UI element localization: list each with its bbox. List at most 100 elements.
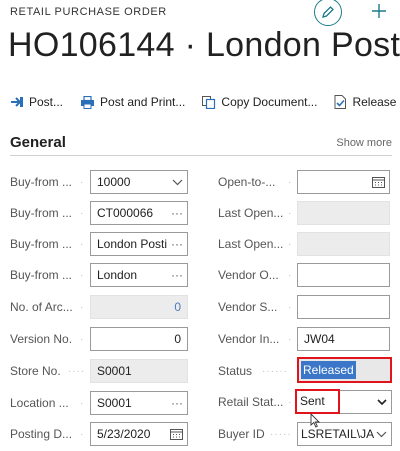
calendar-icon[interactable] [372, 176, 385, 188]
lookup-ellipsis-icon[interactable]: ··· [171, 202, 183, 224]
field-value: London [97, 268, 138, 282]
field-label: Version No. [10, 332, 73, 346]
field-label: Buy-from ... [10, 237, 73, 251]
lookup-ellipsis-icon[interactable]: ··· [171, 264, 183, 286]
status-value[interactable]: Released [297, 357, 392, 383]
field-row-buy-from-vendor-no: Buy-from ... · 10000 [10, 170, 190, 194]
field-dots: ······ [262, 366, 288, 377]
location-code-input[interactable]: S0001 ··· [90, 391, 188, 415]
field-value: JW04 [304, 332, 335, 346]
field-dots: · [80, 429, 85, 440]
retail-status-value-highlight[interactable]: Sent [295, 389, 340, 414]
buy-from-vendor-name-input[interactable]: London Posti ··· [90, 232, 188, 256]
field-dots: · [80, 398, 85, 409]
lookup-ellipsis-icon[interactable]: ··· [171, 392, 183, 414]
post-icon [11, 97, 23, 107]
field-value: 5/23/2020 [97, 427, 151, 441]
field-label: Buyer ID [218, 427, 265, 441]
field-label: Status [218, 364, 253, 378]
field-dots: · [80, 177, 85, 188]
show-more-link[interactable]: Show more [336, 137, 392, 149]
posting-date-input[interactable]: 5/23/2020 [90, 422, 188, 446]
action-bar: Post... Post and Print... Copy Document.… [10, 92, 400, 112]
field-row-retail-status: Retail Stat... · Sent [218, 389, 398, 414]
page-title: HO106144 · London Postmas [8, 26, 400, 64]
chevron-down-icon [376, 431, 387, 437]
mouse-cursor-icon [310, 413, 320, 428]
field-value: London Posti [97, 237, 168, 251]
buy-from-city-input[interactable]: London ··· [90, 263, 188, 287]
pencil-icon [322, 6, 334, 18]
field-row-buyer-id: Buyer ID ····· LSRETAIL\JAS [218, 422, 398, 446]
field-row-location-code: Location ... · S0001 ··· [10, 391, 190, 415]
open-to-date-input[interactable] [297, 170, 390, 194]
field-label: Buy-from ... [10, 206, 73, 220]
calendar-icon[interactable] [170, 428, 183, 440]
field-dots: · [80, 208, 85, 219]
field-dots: · [288, 334, 293, 345]
field-row-no-of-archived-versions: No. of Arc... · 0 [10, 295, 190, 319]
field-value: 0 [174, 300, 181, 314]
release-action-label: Release [352, 95, 397, 109]
plus-icon [372, 4, 386, 18]
print-icon [81, 95, 95, 109]
post-action[interactable]: Post... [10, 95, 63, 109]
new-button[interactable] [366, 0, 392, 24]
field-value: LSRETAIL\JAS [301, 427, 383, 441]
buy-from-contact-no-input[interactable]: CT000066 ··· [90, 201, 188, 225]
field-label: Last Open... [218, 237, 284, 251]
field-row-store-no: Store No. ···· S0001 [10, 359, 190, 383]
edit-button[interactable] [314, 0, 342, 26]
buy-from-vendor-no-dropdown[interactable]: 10000 [90, 170, 188, 194]
section-title[interactable]: General [10, 134, 66, 151]
field-row-buy-from-contact-no: Buy-from ... · CT000066 ··· [10, 201, 190, 225]
chevron-down-icon [377, 399, 387, 405]
field-value: Sent [300, 394, 325, 408]
field-dots: · [288, 239, 293, 250]
field-dots: · [288, 270, 293, 281]
post-and-print-action[interactable]: Post and Print... [80, 95, 185, 109]
field-dots: · [80, 270, 85, 281]
release-icon [334, 95, 347, 109]
field-dots: · [288, 177, 293, 188]
field-row-vendor-invoice-no: Vendor In... · JW04 [218, 327, 398, 351]
field-label: Vendor In... [218, 332, 280, 346]
field-dots: · [80, 239, 85, 250]
field-dots: · [80, 302, 85, 313]
field-row-buy-from-city: Buy-from ... · London ··· [10, 263, 190, 287]
field-row-posting-date: Posting D... · 5/23/2020 [10, 422, 190, 446]
field-value: 0 [174, 332, 181, 346]
release-action[interactable]: Release [334, 95, 396, 109]
field-label: No. of Arc... [10, 300, 73, 314]
page-type-caption: RETAIL PURCHASE ORDER [10, 6, 167, 18]
field-row-vendor-shipment-no: Vendor S... · [218, 295, 398, 319]
vendor-invoice-no-input[interactable]: JW04 [297, 327, 390, 351]
lookup-ellipsis-icon[interactable]: ··· [169, 233, 183, 255]
field-row-last-opened-1: Last Open... · [218, 201, 398, 225]
no-of-archived-versions-value[interactable]: 0 [90, 295, 188, 319]
field-row-buy-from-vendor-name: Buy-from ... · London Posti ··· [10, 232, 190, 256]
version-no-input[interactable]: 0 [90, 327, 188, 351]
chevron-down-icon [172, 179, 183, 185]
page-header: RETAIL PURCHASE ORDER [10, 0, 400, 26]
vendor-shipment-no-input[interactable] [297, 295, 390, 319]
field-label: Vendor O... [218, 268, 279, 282]
general-section-header: General Show more [10, 134, 392, 156]
last-opened-value-2 [297, 232, 390, 256]
field-label: Buy-from ... [10, 175, 73, 189]
field-row-vendor-order-no: Vendor O... · [218, 263, 398, 287]
field-label: Vendor S... [218, 300, 278, 314]
field-value: S0001 [97, 396, 132, 410]
vendor-order-no-input[interactable] [297, 263, 390, 287]
post-and-print-action-label: Post and Print... [100, 95, 186, 109]
field-dots: · [288, 397, 293, 408]
field-row-status: Status ······ Released [218, 357, 398, 383]
field-value: 10000 [97, 175, 131, 189]
field-row-last-opened-2: Last Open... · [218, 232, 398, 256]
copy-document-action-label: Copy Document... [221, 95, 318, 109]
field-value: S0001 [97, 364, 132, 378]
field-label: Open-to-... [218, 175, 276, 189]
copy-document-action[interactable]: Copy Document... [202, 95, 317, 109]
field-row-version-no: Version No. · 0 [10, 327, 190, 351]
post-action-label: Post... [29, 95, 64, 109]
